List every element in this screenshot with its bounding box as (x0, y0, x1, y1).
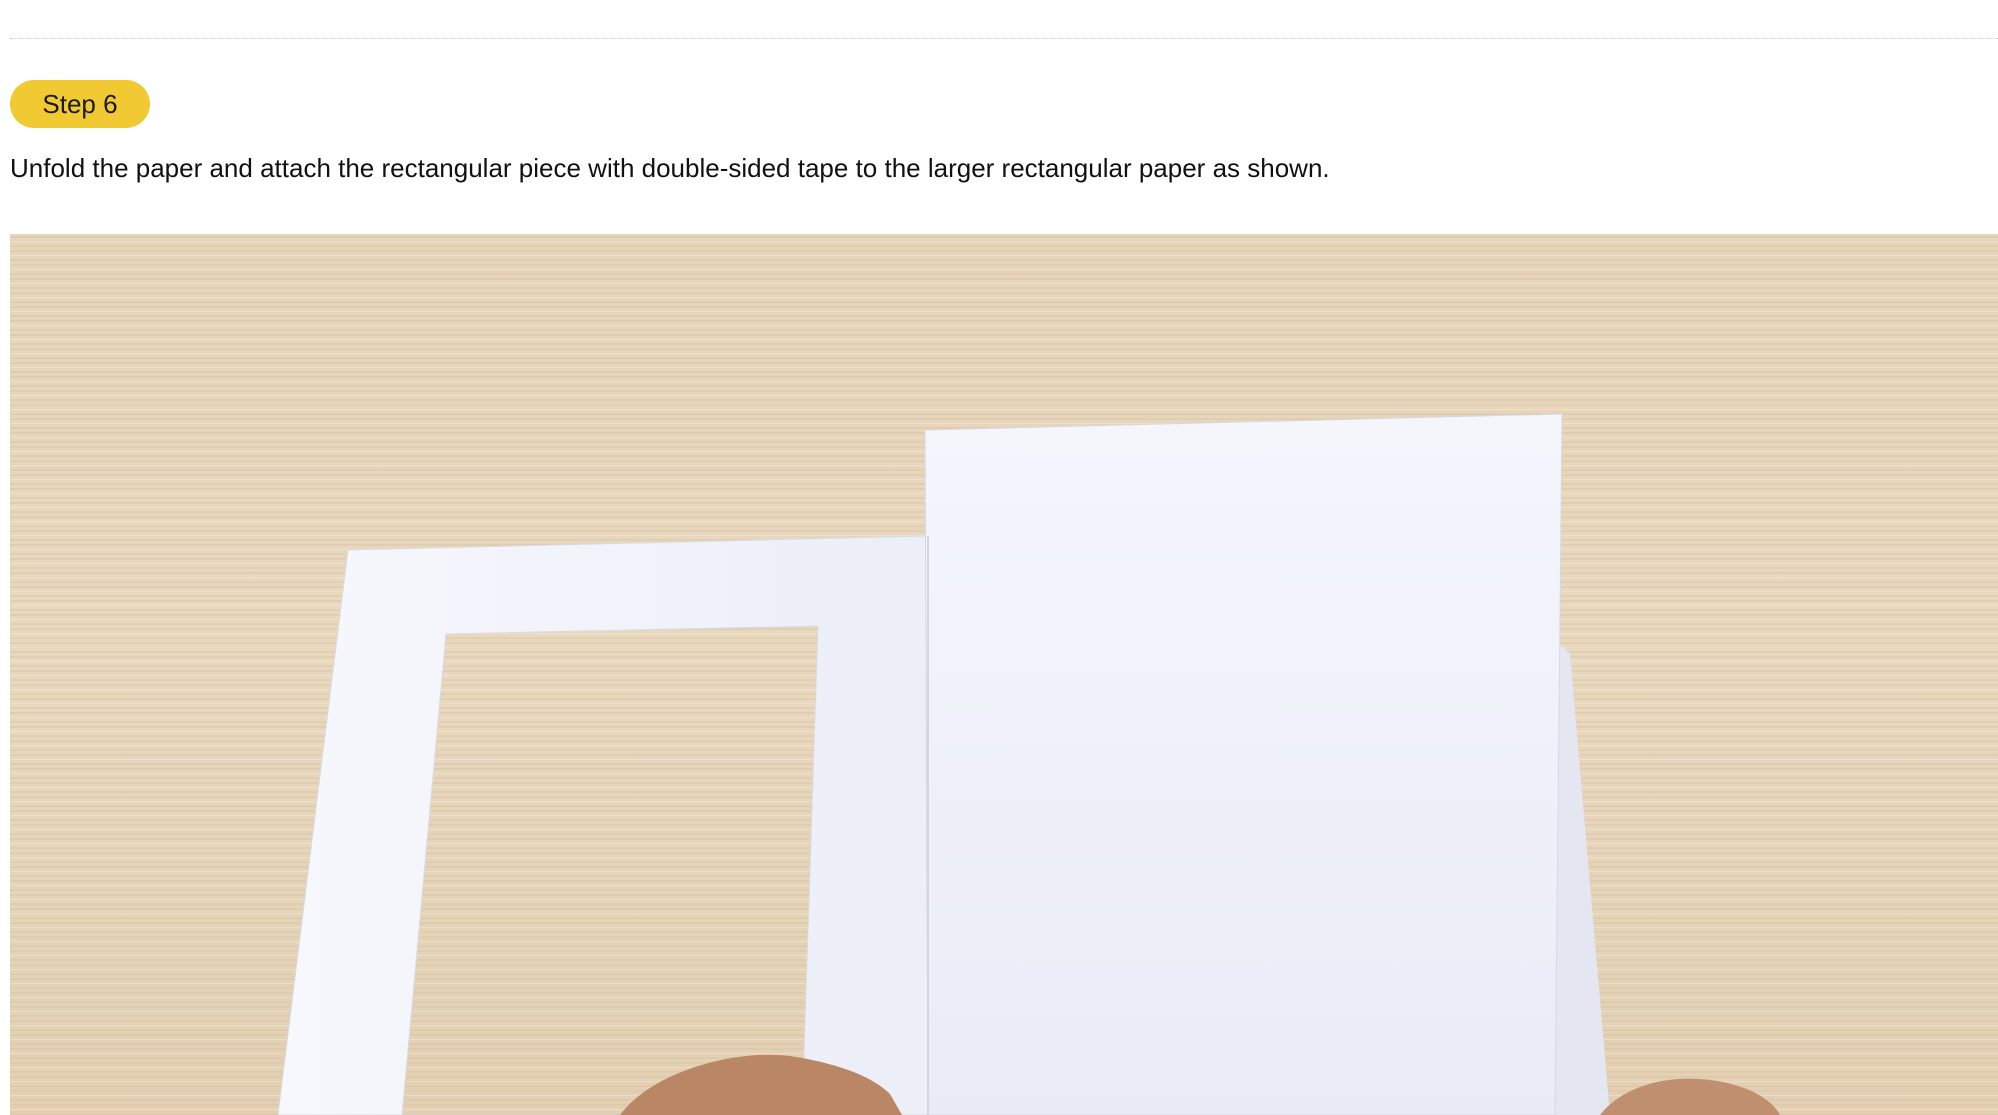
paper-rectangle-right (924, 413, 1563, 1115)
step-photo (10, 234, 1998, 1115)
section-divider (10, 38, 1998, 39)
step-photo-illustration (10, 234, 1998, 1115)
step-instruction: Unfold the paper and attach the rectangu… (10, 153, 1330, 183)
step-badge: Step 6 (10, 80, 150, 128)
